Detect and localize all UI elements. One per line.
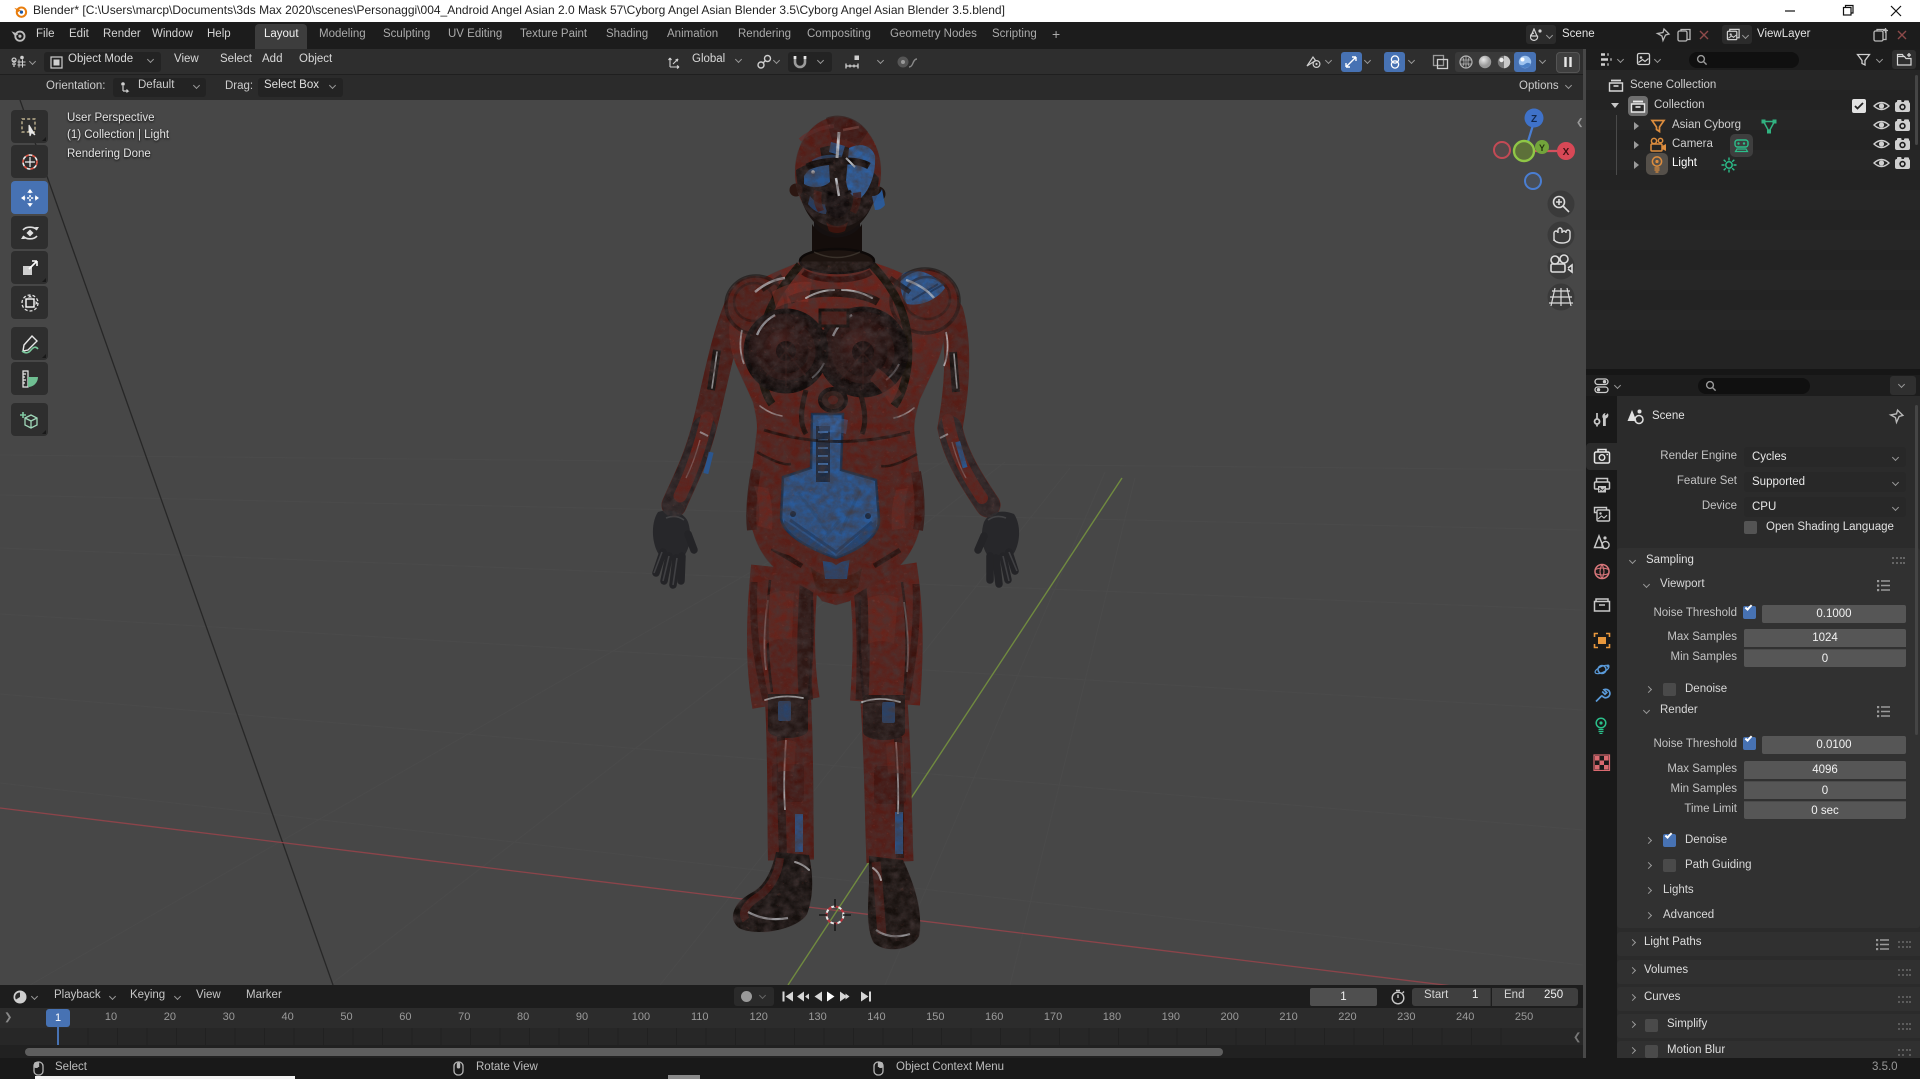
- svg-text:(1) Collection | Light: (1) Collection | Light: [67, 129, 170, 141]
- svg-text:❮: ❮: [1576, 117, 1583, 128]
- svg-text:Y: Y: [1539, 143, 1545, 153]
- svg-text:Z: Z: [1531, 114, 1537, 125]
- svg-text:User Perspective: User Perspective: [67, 112, 155, 124]
- svg-text:Rendering Done: Rendering Done: [67, 148, 151, 160]
- svg-text:X: X: [1563, 147, 1570, 158]
